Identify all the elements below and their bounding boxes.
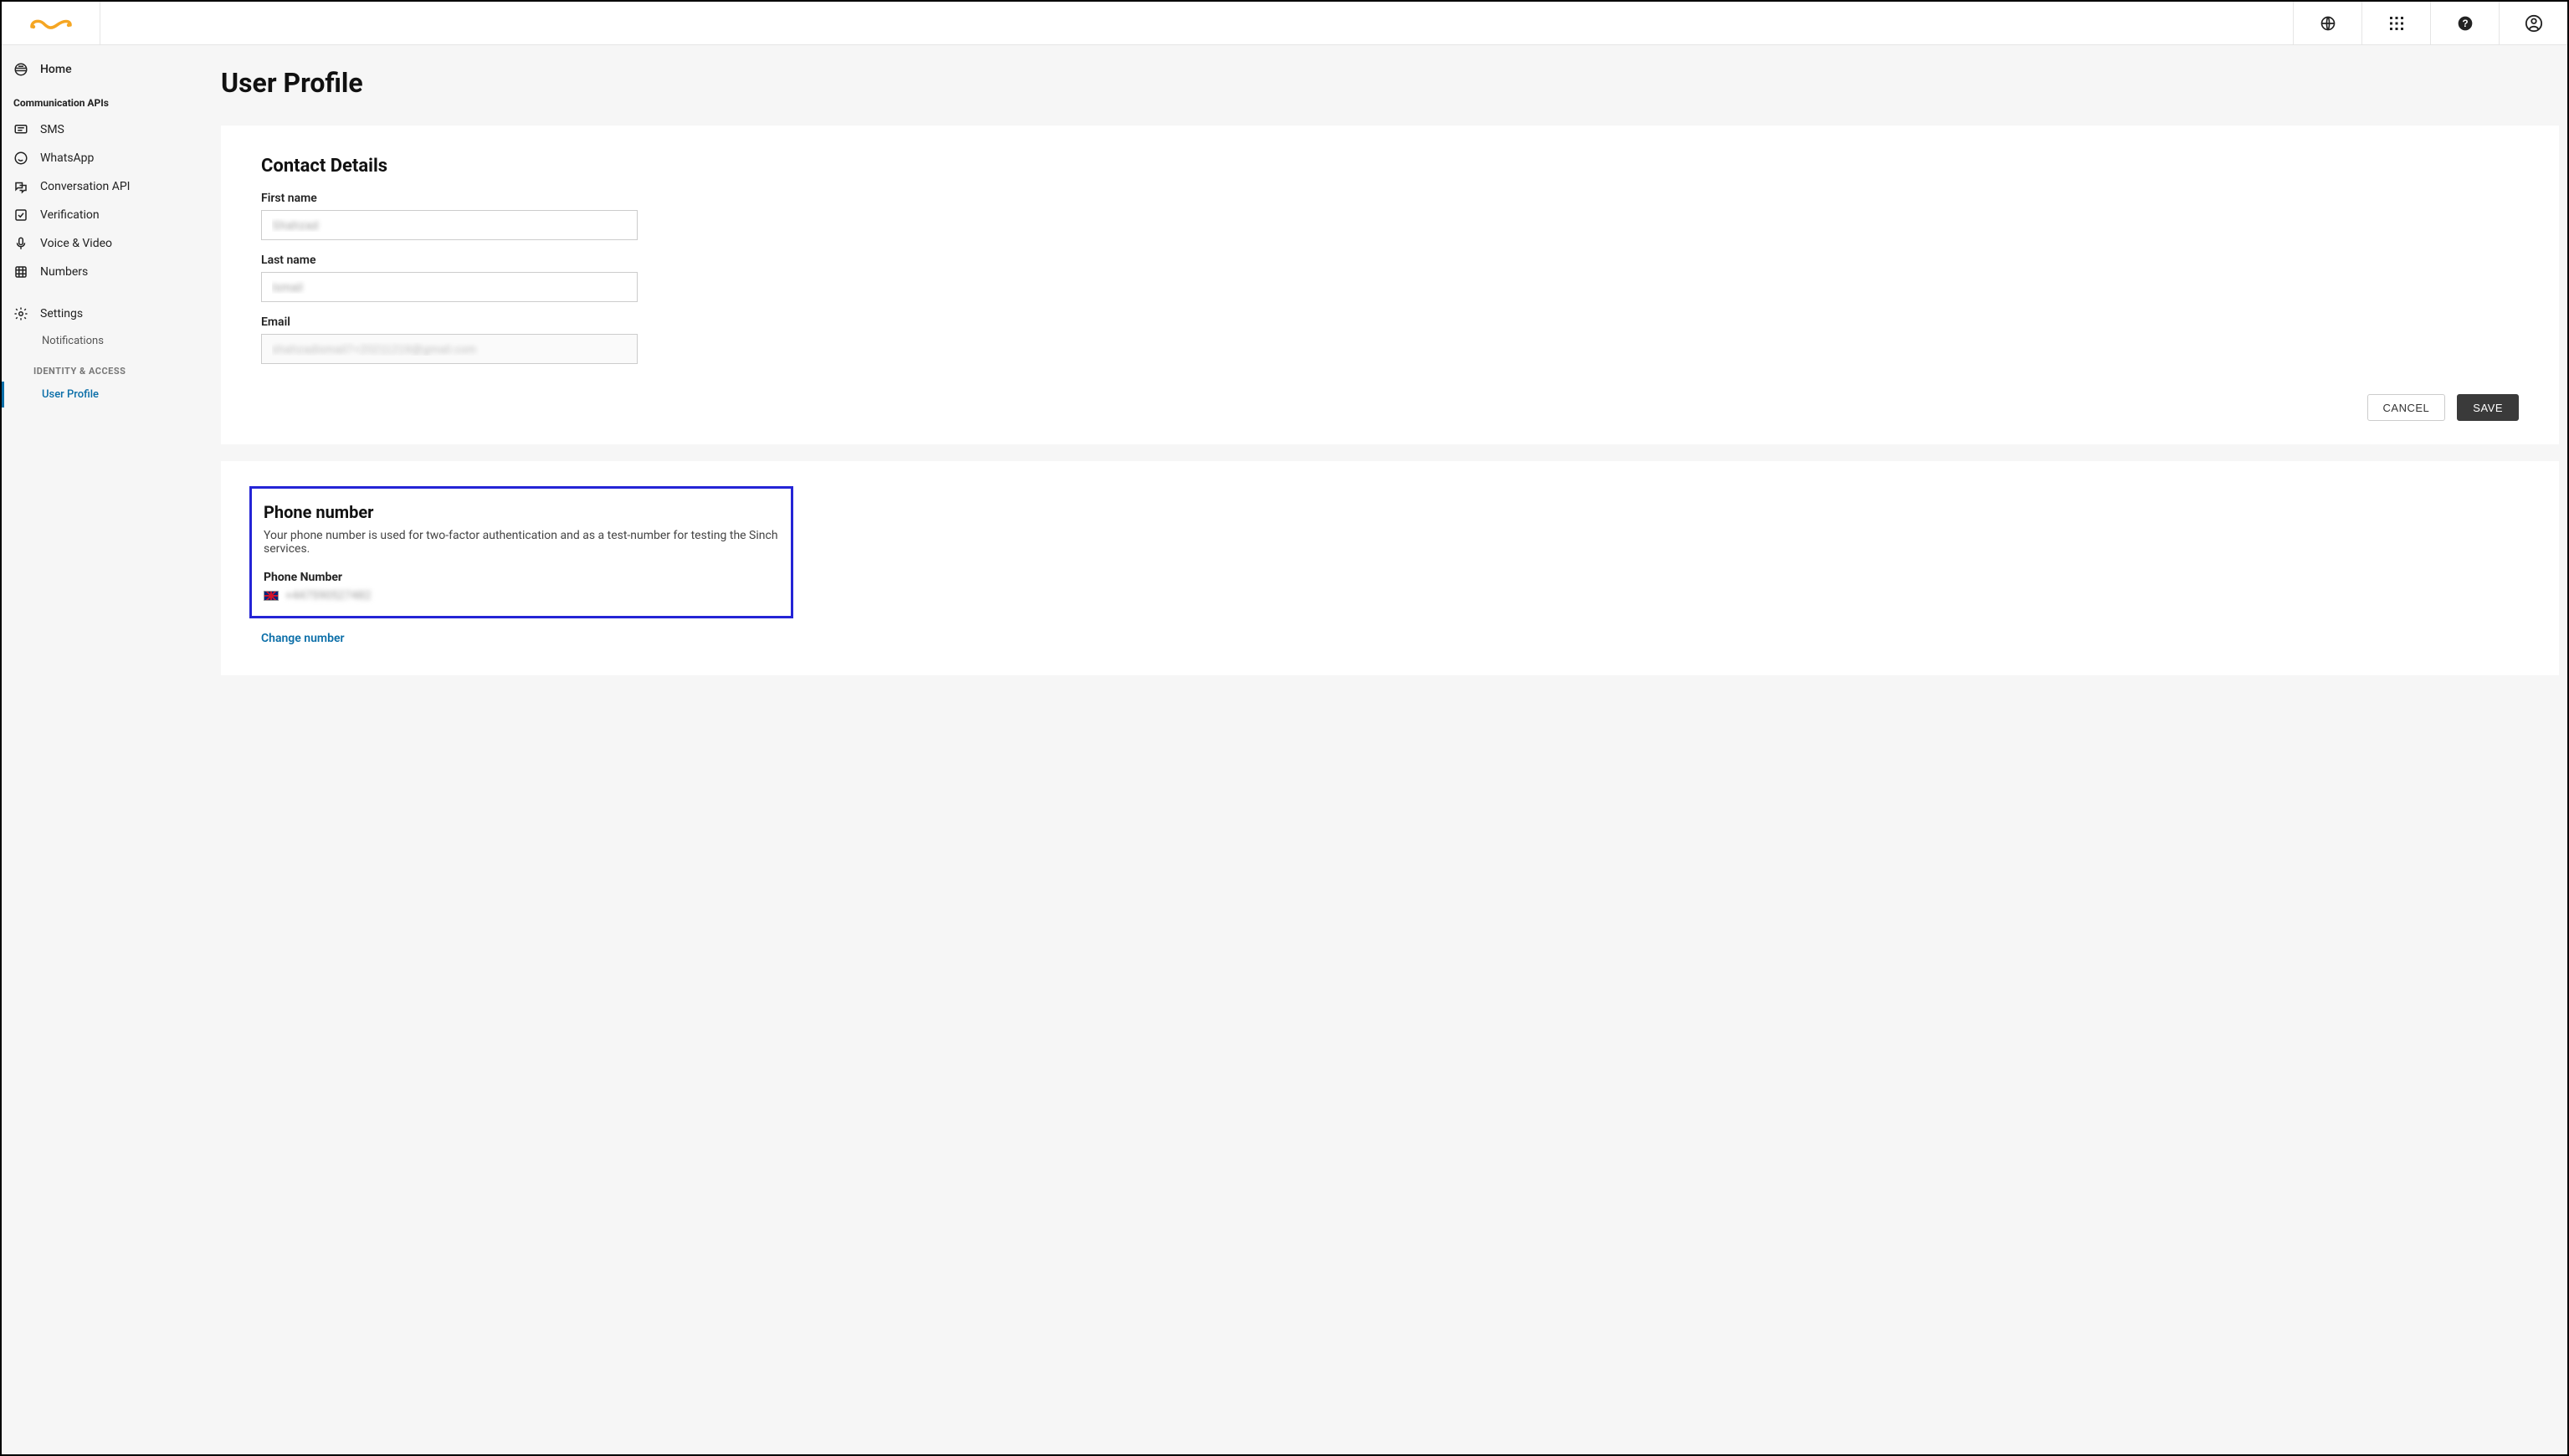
sidebar-item-conversation[interactable]: Conversation API xyxy=(2,172,189,201)
phone-heading: Phone number xyxy=(264,502,779,522)
main-content: User Profile Contact Details First name … xyxy=(189,45,2567,1454)
sidebar-item-home[interactable]: Home xyxy=(2,55,189,84)
sidebar-item-label: Verification xyxy=(40,208,100,222)
sidebar: Home Communication APIs SMS WhatsApp Con… xyxy=(2,45,189,1454)
page-title: User Profile xyxy=(221,67,2559,99)
uk-flag-icon xyxy=(264,591,279,601)
save-button[interactable]: SAVE xyxy=(2457,394,2519,421)
sidebar-item-label: Numbers xyxy=(40,265,88,279)
sidebar-item-voice[interactable]: Voice & Video xyxy=(2,229,189,258)
last-name-field[interactable] xyxy=(261,272,638,302)
app-frame: ? Home Communication APIs SMS xyxy=(0,0,2569,1456)
first-name-group: First name xyxy=(261,192,2519,240)
email-label: Email xyxy=(261,315,2519,329)
contact-heading: Contact Details xyxy=(261,156,2519,177)
phone-value: +447590527482 xyxy=(285,589,371,602)
sidebar-item-numbers[interactable]: Numbers xyxy=(2,258,189,286)
phone-description: Your phone number is used for two-factor… xyxy=(264,529,779,556)
sidebar-item-verification[interactable]: Verification xyxy=(2,201,189,229)
email-field xyxy=(261,334,638,364)
sidebar-item-label: Voice & Video xyxy=(40,237,112,250)
whatsapp-icon xyxy=(13,151,28,166)
voice-icon xyxy=(13,236,28,251)
logo[interactable] xyxy=(2,2,100,44)
svg-text:?: ? xyxy=(2462,18,2468,29)
contact-actions: CANCEL SAVE xyxy=(261,394,2519,421)
help-icon[interactable]: ? xyxy=(2430,2,2499,44)
sidebar-item-sms[interactable]: SMS xyxy=(2,115,189,144)
sidebar-sub-user-profile[interactable]: User Profile xyxy=(2,382,189,408)
sms-icon xyxy=(13,122,28,137)
sidebar-item-label: SMS xyxy=(40,123,64,136)
sidebar-sub-section-identity: IDENTITY & ACCESS xyxy=(2,354,189,382)
top-header: ? xyxy=(2,2,2567,45)
cancel-button[interactable]: CANCEL xyxy=(2367,394,2446,421)
change-number-link[interactable]: Change number xyxy=(261,632,345,645)
first-name-label: First name xyxy=(261,192,2519,205)
apps-icon[interactable] xyxy=(2361,2,2430,44)
sidebar-item-label: Settings xyxy=(40,307,83,320)
email-group: Email xyxy=(261,315,2519,364)
account-icon[interactable] xyxy=(2499,2,2567,44)
phone-number-card: Phone number Your phone number is used f… xyxy=(221,461,2559,675)
sidebar-item-label: Conversation API xyxy=(40,180,130,193)
sinch-logo-icon xyxy=(28,13,74,33)
last-name-label: Last name xyxy=(261,254,2519,267)
home-icon xyxy=(13,62,28,77)
verification-icon xyxy=(13,208,28,223)
numbers-icon xyxy=(13,264,28,279)
last-name-group: Last name xyxy=(261,254,2519,302)
header-icons: ? xyxy=(2293,2,2567,44)
phone-label: Phone Number xyxy=(264,571,779,584)
sidebar-item-label: WhatsApp xyxy=(40,151,94,165)
sidebar-item-whatsapp[interactable]: WhatsApp xyxy=(2,144,189,172)
contact-details-card: Contact Details First name Last name Ema… xyxy=(221,126,2559,444)
first-name-field[interactable] xyxy=(261,210,638,240)
sidebar-item-label: Home xyxy=(40,63,72,76)
sidebar-sub-notifications[interactable]: Notifications xyxy=(2,328,189,354)
conversation-icon xyxy=(13,179,28,194)
sidebar-item-settings[interactable]: Settings xyxy=(2,300,189,328)
phone-value-row: +447590527482 xyxy=(264,589,779,602)
globe-icon[interactable] xyxy=(2293,2,2361,44)
phone-highlight-box: Phone number Your phone number is used f… xyxy=(249,486,793,618)
gear-icon xyxy=(13,306,28,321)
sidebar-section-comm: Communication APIs xyxy=(2,84,189,115)
